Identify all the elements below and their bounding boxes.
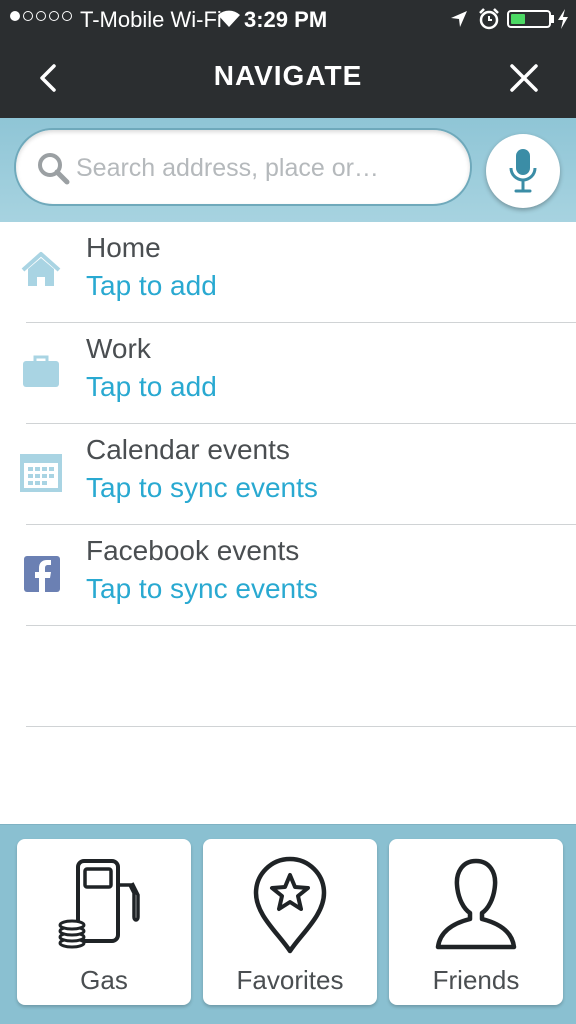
list-item-title: Calendar events bbox=[86, 434, 290, 465]
voice-search-button[interactable] bbox=[486, 134, 560, 208]
divider bbox=[26, 726, 576, 727]
calendar-icon bbox=[20, 454, 62, 492]
home-icon bbox=[21, 252, 61, 286]
person-icon bbox=[435, 858, 517, 950]
battery-icon bbox=[507, 10, 551, 28]
search-box[interactable] bbox=[14, 128, 472, 206]
destinations-list: Home Tap to add Work Tap to add Calendar… bbox=[0, 222, 576, 727]
microphone-icon bbox=[509, 149, 537, 193]
friends-button[interactable]: Friends bbox=[389, 839, 563, 1005]
alarm-clock-icon bbox=[479, 8, 499, 30]
quick-actions-bar: Gas Favorites Friends bbox=[0, 824, 576, 1024]
list-item-title: Home bbox=[86, 232, 161, 263]
carrier-label: T-Mobile Wi-Fi bbox=[80, 7, 222, 32]
page-title: NAVIGATE bbox=[213, 60, 363, 91]
search-icon bbox=[38, 153, 70, 185]
tile-label: Favorites bbox=[236, 965, 344, 995]
status-bar: T-Mobile Wi-Fi 3:29 PM bbox=[0, 0, 576, 40]
top-bar: T-Mobile Wi-Fi 3:29 PM NAVIGATE bbox=[0, 0, 576, 118]
list-item-title: Facebook events bbox=[86, 535, 300, 566]
empty-list-row bbox=[0, 626, 576, 727]
search-band bbox=[0, 118, 576, 222]
nav-header: NAVIGATE bbox=[0, 40, 576, 118]
signal-strength-icon bbox=[10, 11, 72, 21]
list-item-subtitle[interactable]: Tap to sync events bbox=[86, 573, 318, 605]
favorites-button[interactable]: Favorites bbox=[203, 839, 377, 1005]
battery-nub bbox=[551, 15, 554, 23]
list-item-subtitle[interactable]: Tap to add bbox=[86, 270, 217, 302]
list-item-title: Work bbox=[86, 333, 151, 364]
list-item-calendar-events[interactable]: Calendar events Tap to sync events bbox=[0, 424, 576, 525]
search-input[interactable] bbox=[76, 148, 456, 188]
list-item-subtitle[interactable]: Tap to add bbox=[86, 371, 217, 403]
list-item-subtitle[interactable]: Tap to sync events bbox=[86, 472, 318, 504]
list-item-facebook-events[interactable]: Facebook events Tap to sync events bbox=[0, 525, 576, 626]
gas-button[interactable]: Gas bbox=[17, 839, 191, 1005]
list-item-home[interactable]: Home Tap to add bbox=[0, 222, 576, 323]
star-pin-icon bbox=[253, 856, 327, 954]
location-arrow-icon bbox=[451, 11, 467, 27]
clock: 3:29 PM bbox=[244, 7, 328, 32]
close-icon[interactable] bbox=[506, 60, 542, 96]
tile-label: Friends bbox=[432, 965, 520, 995]
facebook-icon bbox=[24, 556, 60, 592]
tile-label: Gas bbox=[80, 965, 128, 995]
list-item-work[interactable]: Work Tap to add bbox=[0, 323, 576, 424]
charging-icon bbox=[558, 9, 568, 29]
briefcase-icon bbox=[23, 355, 59, 387]
wifi-icon bbox=[218, 10, 240, 27]
gas-pump-icon bbox=[58, 859, 140, 949]
